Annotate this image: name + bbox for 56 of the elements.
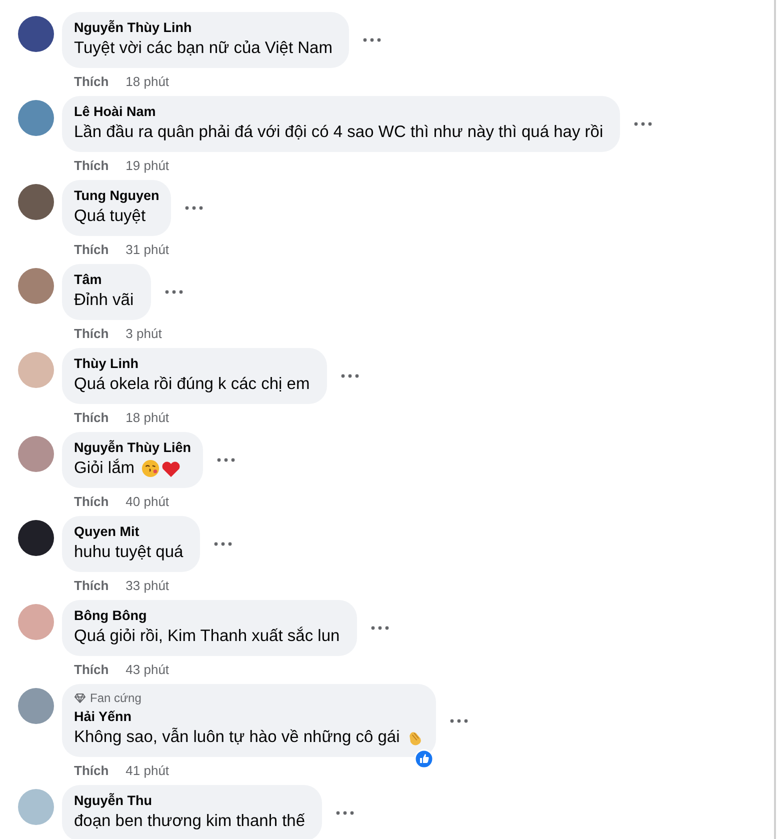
comment-text: Không sao, vẫn luôn tự hào về những cô gái <box>74 726 400 748</box>
comment-text: Quá giỏi rồi, Kim Thanh xuất sắc lun <box>74 626 340 647</box>
like-link[interactable]: Thích <box>74 494 109 510</box>
diamond-icon <box>74 693 86 703</box>
like-link[interactable]: Thích <box>74 158 109 174</box>
comment-time[interactable]: 41 phút <box>126 763 170 779</box>
comment-text: Quá tuyệt <box>74 206 146 227</box>
comment-text: huhu tuyệt quá <box>74 542 184 563</box>
commenter-name[interactable]: Lê Hoài Nam <box>74 103 156 121</box>
comment-text: Đỉnh vãi <box>74 290 134 311</box>
comment-time[interactable]: 19 phút <box>126 158 170 174</box>
more-options-icon[interactable] <box>370 626 389 630</box>
kiss-face-icon <box>140 459 160 478</box>
like-link[interactable]: Thích <box>74 662 109 678</box>
like-link[interactable]: Thích <box>74 578 109 594</box>
like-link[interactable]: Thích <box>74 763 109 779</box>
more-options-icon[interactable] <box>363 38 382 42</box>
comment-time[interactable]: 18 phút <box>126 74 170 90</box>
comment-time[interactable]: 31 phút <box>126 242 170 258</box>
comment-text: Tuyệt vời các bạn nữ của Việt Nam <box>74 38 332 59</box>
commenter-name[interactable]: Tung Nguyen <box>74 187 160 205</box>
more-options-icon[interactable] <box>450 718 468 722</box>
like-link[interactable]: Thích <box>74 326 109 342</box>
comment-time[interactable]: 33 phút <box>126 578 170 594</box>
avatar[interactable] <box>18 184 54 220</box>
more-options-icon[interactable] <box>634 122 652 126</box>
like-link[interactable]: Thích <box>74 410 109 426</box>
comment-text: đoạn ben thương kim thanh thế <box>74 811 306 832</box>
more-options-icon[interactable] <box>336 811 354 815</box>
comment-text: Lần đầu ra quân phải đá với đội có 4 sao WC thì như này thì quá hay rồi <box>74 122 604 143</box>
avatar[interactable] <box>18 16 54 52</box>
comment-text: Quá okela rồi đúng k các chị em <box>74 374 310 395</box>
commenter-name[interactable]: Nguyễn Thùy Liên <box>74 439 192 457</box>
commenter-name[interactable]: Nguyễn Thùy Linh <box>74 19 192 37</box>
comment-time[interactable]: 18 phút <box>126 410 170 426</box>
more-options-icon[interactable] <box>217 458 236 462</box>
more-options-icon[interactable] <box>185 206 204 210</box>
commenter-name[interactable]: Bông Bông <box>74 607 147 625</box>
comment-time[interactable]: 40 phút <box>126 494 170 510</box>
like-link[interactable]: Thích <box>74 242 109 258</box>
commenter-name[interactable]: Quyen Mit <box>74 523 140 541</box>
commenter-name[interactable]: Nguyễn Thu <box>74 792 152 810</box>
commenter-name[interactable]: Thùy Linh <box>74 355 138 373</box>
more-options-icon[interactable] <box>340 374 359 378</box>
like-reaction-icon[interactable] <box>414 749 434 769</box>
comment-time[interactable]: 3 phút <box>126 326 162 342</box>
more-options-icon[interactable] <box>214 542 232 546</box>
avatar[interactable] <box>18 520 54 556</box>
commenter-name[interactable]: Hải Yếnn <box>74 708 132 726</box>
comment-text: Giỏi lắm <box>74 458 135 479</box>
commenter-name[interactable]: Tâm <box>74 271 102 289</box>
like-link[interactable]: Thích <box>74 74 109 90</box>
more-options-icon[interactable] <box>164 290 183 294</box>
fan-label: Fan cứng <box>90 691 142 705</box>
heart-icon <box>160 460 181 478</box>
comment-time[interactable]: 43 phút <box>126 662 170 678</box>
